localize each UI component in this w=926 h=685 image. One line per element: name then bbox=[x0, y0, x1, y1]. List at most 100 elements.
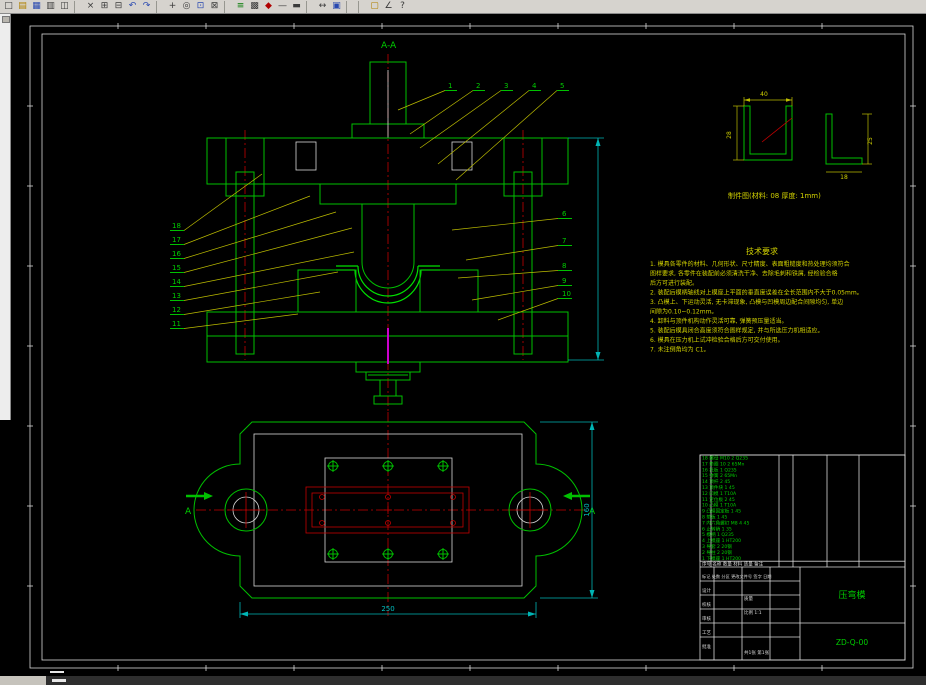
toolbar-icon-glyph: ▥ bbox=[46, 0, 55, 11]
tech-requirement-line: 后方可进行装配。 bbox=[650, 279, 698, 287]
tech-requirement-line: 7. 未注倒角均为 C1。 bbox=[650, 346, 710, 354]
drawing-canvas[interactable]: A-A 1 2 3 4 5 6 7 8 9 10 18 17 16 15 14 … bbox=[0, 14, 926, 676]
lineweight-icon[interactable]: ▬ bbox=[290, 1, 303, 13]
help-icon[interactable]: ? bbox=[396, 1, 409, 13]
parts-list-row: 17 垫圈 10 2 65Mn bbox=[702, 460, 744, 467]
toolbar-icon-glyph: ▩ bbox=[250, 0, 259, 11]
title-block-design: 设计 bbox=[702, 587, 711, 594]
toolbar-separator bbox=[74, 0, 81, 13]
parts-list-row: 3 导套 2 20钢 bbox=[702, 543, 732, 550]
status-bar bbox=[0, 676, 926, 685]
callout-8: 8 bbox=[562, 262, 566, 270]
open-icon[interactable]: ▤ bbox=[16, 1, 29, 13]
toolbar-icon-glyph: ≡ bbox=[236, 0, 245, 11]
toolbar-icon-glyph: ▦ bbox=[32, 0, 41, 11]
toolbar-icon-glyph: ⊠ bbox=[210, 0, 219, 11]
palette-grip[interactable] bbox=[2, 16, 10, 23]
parts-list-row: 7 内六角螺钉 M8 4 45 bbox=[702, 519, 749, 526]
parts-list-header: 序号 名称 数量 材料 质量 备注 bbox=[702, 561, 764, 568]
title-block-check: 校核 bbox=[702, 601, 711, 608]
zoom-window-icon[interactable]: ⊡ bbox=[194, 1, 207, 13]
copy-icon[interactable]: ⊞ bbox=[98, 1, 111, 13]
zoom-extents-icon[interactable]: ⊠ bbox=[208, 1, 221, 13]
sheet-frame bbox=[27, 23, 916, 673]
parts-list-row: 14 顶杆 2 45 bbox=[702, 478, 730, 485]
status-bar-left-segment bbox=[0, 676, 46, 685]
linetype-icon[interactable]: — bbox=[276, 1, 289, 13]
color-control-icon[interactable]: ◆ bbox=[262, 1, 275, 13]
parts-list-row: 13 顶件块 1 45 bbox=[702, 484, 735, 491]
detail-dim-height: 28 bbox=[726, 131, 733, 139]
parts-list-row: 1 下模座 1 HT200 bbox=[702, 555, 741, 562]
left-docked-palette[interactable] bbox=[0, 14, 11, 420]
drawing-title: 压弯模 bbox=[838, 589, 865, 601]
parts-list-row: 15 弹簧 2 65Mn bbox=[702, 472, 737, 479]
detail-caption: 制件图(材料: 08 厚度: 1mm) bbox=[728, 191, 821, 200]
cut-icon[interactable]: × bbox=[84, 1, 97, 13]
section-view: A-A bbox=[206, 41, 604, 412]
toolbar-icon-glyph: × bbox=[86, 0, 95, 11]
callout-6: 6 bbox=[562, 210, 567, 218]
print-icon[interactable]: ▥ bbox=[44, 1, 57, 13]
main-toolbar: □ ▤ ▦ ▥ ◫ × ⊞ ⊟ ↶ ↷ + ◎ ⊡ ⊠ ≡ ▩ ◆ — ▬ ↔ ▣ ▢ ∠? bbox=[0, 0, 926, 14]
callout-17: 17 bbox=[172, 236, 181, 244]
tech-requirements-title: 技术要求 bbox=[746, 246, 778, 256]
zoom-realtime-icon[interactable]: ◎ bbox=[180, 1, 193, 13]
tech-requirement-line: 5. 装配后模具闭合高度须符合图样规定, 并与所选压力机相适应。 bbox=[650, 327, 823, 335]
parts-list-row: 12 凹模 1 T10A bbox=[702, 490, 737, 497]
paste-icon[interactable]: ⊟ bbox=[112, 1, 125, 13]
plan-dim-width: 250 bbox=[381, 605, 394, 613]
title-block-scale: 比例 1:1 bbox=[744, 609, 762, 616]
parts-list-row: 9 凸模固定板 1 45 bbox=[702, 508, 741, 515]
plan-view: A A 250 160 bbox=[185, 412, 598, 618]
title-block-approve: 批准 bbox=[702, 643, 711, 650]
section-arrow-left-label: A bbox=[185, 507, 192, 517]
parts-list-row: 8 垫板 1 45 bbox=[702, 514, 727, 521]
style-icon[interactable]: ▢ bbox=[368, 1, 381, 13]
workpiece-detail-view: 40 28 25 18 制件图(材料: 08 厚度: 1mm) bbox=[726, 91, 874, 200]
callout-18: 18 bbox=[172, 222, 181, 230]
preview-icon[interactable]: ◫ bbox=[58, 1, 71, 13]
callout-13: 13 bbox=[172, 292, 181, 300]
toolbar-icon-glyph: ∠ bbox=[384, 0, 393, 11]
detail-dim-leg: 25 bbox=[867, 137, 874, 145]
parts-list-row: 6 止转销 1 35 bbox=[702, 525, 732, 532]
redo-icon[interactable]: ↷ bbox=[140, 1, 153, 13]
parts-list-row: 16 托板 1 Q235 bbox=[702, 466, 737, 473]
callout-14: 14 bbox=[172, 278, 181, 286]
layers-icon[interactable]: ≡ bbox=[234, 1, 247, 13]
toolbar-icon-glyph: ⊞ bbox=[100, 0, 109, 11]
callout-3: 3 bbox=[504, 82, 508, 90]
pan-icon[interactable]: + bbox=[166, 1, 179, 13]
new-icon[interactable]: □ bbox=[2, 1, 15, 13]
parts-list-row: 5 模柄 1 Q235 bbox=[702, 531, 734, 538]
toolbar-icon-glyph: ▣ bbox=[332, 0, 341, 11]
distance-icon[interactable]: ↔ bbox=[316, 1, 329, 13]
plan-dim-height: 160 bbox=[583, 503, 591, 516]
parts-list-row: 18 螺母 M10 2 Q235 bbox=[702, 455, 748, 462]
callout-leaders bbox=[183, 90, 559, 329]
callout-10: 10 bbox=[562, 290, 571, 298]
toolbar-separator bbox=[306, 0, 313, 13]
toolbar-icon-glyph: ↶ bbox=[128, 0, 137, 11]
save-icon[interactable]: ▦ bbox=[30, 1, 43, 13]
toolbar-icon-glyph: ⊟ bbox=[114, 0, 123, 11]
toolbar-icon-glyph: ↔ bbox=[318, 0, 327, 11]
tech-requirement-line: 间隙为0.10~0.12mm。 bbox=[650, 308, 717, 316]
callout-7: 7 bbox=[562, 237, 566, 245]
callout-5: 5 bbox=[560, 82, 564, 90]
parts-list-row: 11 定位板 2 45 bbox=[702, 496, 735, 503]
dim-style-icon[interactable]: ∠ bbox=[382, 1, 395, 13]
toolbar-icon-glyph: — bbox=[278, 0, 287, 11]
tech-requirement-line: 2. 装配后模柄轴线对上模座上平面的垂直度误差在全长范围内不大于0.05mm。 bbox=[650, 289, 863, 297]
callout-12: 12 bbox=[172, 306, 181, 314]
layer-control-icon[interactable]: ▩ bbox=[248, 1, 261, 13]
callout-11: 11 bbox=[172, 320, 181, 328]
properties-icon[interactable]: ▣ bbox=[330, 1, 343, 13]
undo-icon[interactable]: ↶ bbox=[126, 1, 139, 13]
section-view-title: A-A bbox=[381, 41, 397, 51]
tech-requirement-line: 1. 模具各零件的材料、几何形状、尺寸精度、表面粗糙度和热处理均须符合 bbox=[650, 260, 850, 268]
callout-1: 1 bbox=[448, 82, 452, 90]
parts-list-row: 10 凸模 1 T10A bbox=[702, 502, 737, 509]
technical-requirements: 技术要求 1. 模具各零件的材料、几何形状、尺寸精度、表面粗糙度和热处理均须符合… bbox=[650, 246, 863, 354]
